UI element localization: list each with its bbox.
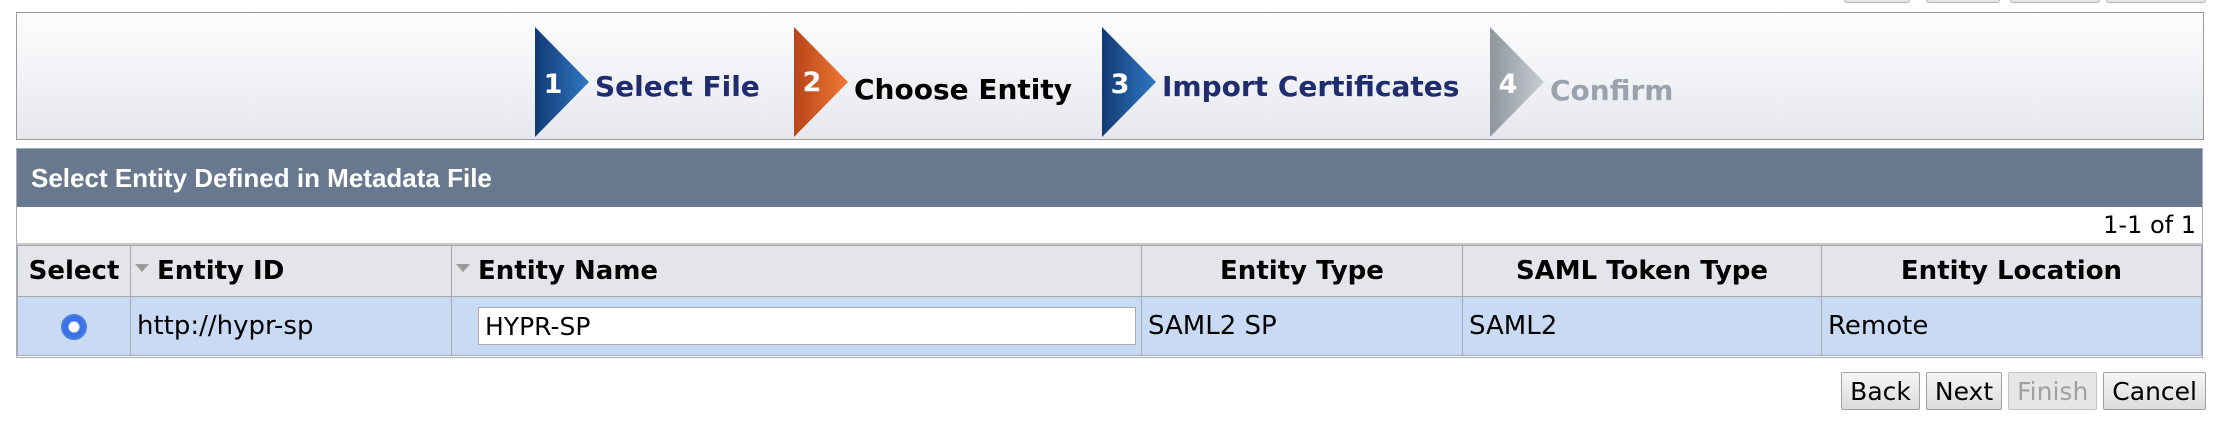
saml-token-type-cell: SAML2 [1462, 296, 1822, 356]
select-cell [17, 296, 131, 356]
column-header-entity-name[interactable]: Entity Name [451, 245, 1142, 297]
entity-location-cell: Remote [1821, 296, 2202, 356]
column-header-entity-type: Entity Type [1141, 245, 1463, 297]
step-label: Select File [595, 70, 760, 103]
wizard-button-bar: Back Next Finish Cancel [1841, 372, 2206, 410]
finish-button: Finish [2008, 372, 2098, 410]
step-label: Choose Entity [854, 73, 1073, 106]
wizard-steps: 1 Select File 2 Choose Entity 3 Import C… [16, 12, 2204, 140]
entity-panel: Select Entity Defined in Metadata File 1… [16, 148, 2203, 358]
toolbar-button-stub [1844, 0, 1910, 3]
column-header-saml-token-type: SAML Token Type [1462, 245, 1822, 297]
toolbar-button-stub [2010, 0, 2100, 3]
step-label: Confirm [1550, 74, 1674, 107]
step-number: 1 [543, 69, 563, 100]
wizard-step-4: 4 Confirm [1488, 27, 1688, 137]
column-header-entity-id[interactable]: Entity ID [130, 245, 452, 297]
back-button[interactable]: Back [1841, 372, 1920, 410]
next-button[interactable]: Next [1925, 372, 2003, 410]
entity-table: Select Entity ID Entity Name Entity Type… [17, 245, 2202, 356]
entity-name-cell [451, 296, 1142, 356]
wizard-step-3: 3 Import Certificates [1100, 27, 1480, 137]
step-number: 4 [1498, 69, 1518, 100]
toolbar-button-stub [1926, 0, 2000, 3]
step-label: Import Certificates [1162, 70, 1460, 103]
sort-arrow-icon [135, 263, 149, 272]
column-header-entity-location: Entity Location [1821, 245, 2202, 297]
sort-arrow-icon [456, 263, 470, 272]
column-header-label: Entity Name [478, 256, 659, 286]
column-header-label: Entity ID [157, 256, 285, 286]
toolbar-button-stub [2106, 0, 2206, 3]
entity-name-input[interactable] [478, 307, 1136, 345]
table-header-row: Select Entity ID Entity Name Entity Type… [17, 245, 2202, 297]
panel-title: Select Entity Defined in Metadata File [17, 149, 2202, 207]
table-row[interactable]: http://hypr-sp SAML2 SP SAML2 Remote [17, 296, 2202, 356]
entity-id-cell: http://hypr-sp [130, 296, 452, 356]
entity-type-cell: SAML2 SP [1141, 296, 1463, 356]
entity-select-radio[interactable] [61, 313, 87, 340]
cancel-button[interactable]: Cancel [2103, 372, 2206, 410]
wizard-step-1: 1 Select File [533, 27, 793, 137]
column-header-select: Select [17, 245, 131, 297]
step-number: 3 [1110, 69, 1130, 100]
wizard-step-2: 2 Choose Entity [792, 27, 1092, 137]
pagination-info: 1-1 of 1 [17, 207, 2202, 245]
step-number: 2 [802, 67, 822, 98]
